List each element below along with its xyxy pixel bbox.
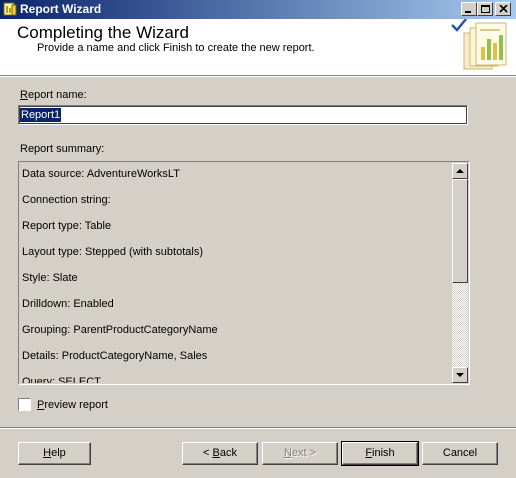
footer-separator-highlight (0, 428, 516, 429)
minimize-button[interactable] (461, 2, 477, 16)
scroll-thumb[interactable] (452, 179, 468, 283)
report-name-label: Report name: (20, 89, 87, 101)
wizard-report-icon (450, 18, 512, 75)
report-summary-content: Data source: AdventureWorksLT Connection… (20, 163, 451, 383)
cancel-button[interactable]: Cancel (422, 442, 498, 465)
summary-line: Report type: Table (22, 220, 112, 232)
report-summary-box[interactable]: Data source: AdventureWorksLT Connection… (18, 161, 470, 385)
preview-report-label[interactable]: Preview report (37, 398, 108, 412)
summary-line: Details: ProductCategoryName, Sales (22, 350, 208, 362)
finish-button[interactable]: Finish (341, 441, 419, 466)
scroll-up-button[interactable] (452, 163, 468, 179)
scroll-down-button[interactable] (452, 367, 468, 383)
close-button[interactable] (495, 2, 511, 16)
report-summary-label: Report summary: (20, 143, 105, 155)
wizard-header: Completing the Wizard Provide a name and… (0, 18, 516, 76)
page-subtitle: Provide a name and click Finish to creat… (37, 42, 315, 54)
summary-line: Data source: AdventureWorksLT (22, 168, 180, 180)
header-divider (0, 76, 516, 77)
arrow-up-icon (456, 169, 464, 173)
summary-line: Style: Slate (22, 272, 78, 284)
summary-scrollbar[interactable] (452, 163, 468, 383)
close-icon (499, 5, 508, 13)
maximize-icon (481, 5, 490, 13)
summary-line: Connection string: (22, 194, 111, 206)
help-button[interactable]: Help (18, 442, 91, 465)
summary-line: Query: SELECT (22, 376, 101, 383)
back-button[interactable]: < Back (182, 442, 258, 465)
maximize-button[interactable] (477, 2, 493, 16)
report-name-input[interactable]: Report1 (18, 105, 468, 125)
next-button[interactable]: Next > (262, 442, 338, 465)
report-name-value: Report1 (20, 108, 62, 122)
page-title: Completing the Wizard (17, 23, 189, 42)
title-bar[interactable]: Report Wizard (0, 0, 516, 19)
arrow-down-icon (456, 373, 464, 377)
summary-line: Layout type: Stepped (with subtotals) (22, 246, 203, 258)
report-wizard-window: Report Wizard Completing the Wizard Prov… (0, 0, 516, 478)
preview-report-checkbox[interactable] (18, 398, 31, 411)
summary-line: Drilldown: Enabled (22, 298, 114, 310)
summary-line: Grouping: ParentProductCategoryName (22, 324, 218, 336)
report-wizard-app-icon (3, 2, 17, 16)
window-title: Report Wizard (20, 2, 102, 16)
minimize-icon (465, 11, 471, 13)
